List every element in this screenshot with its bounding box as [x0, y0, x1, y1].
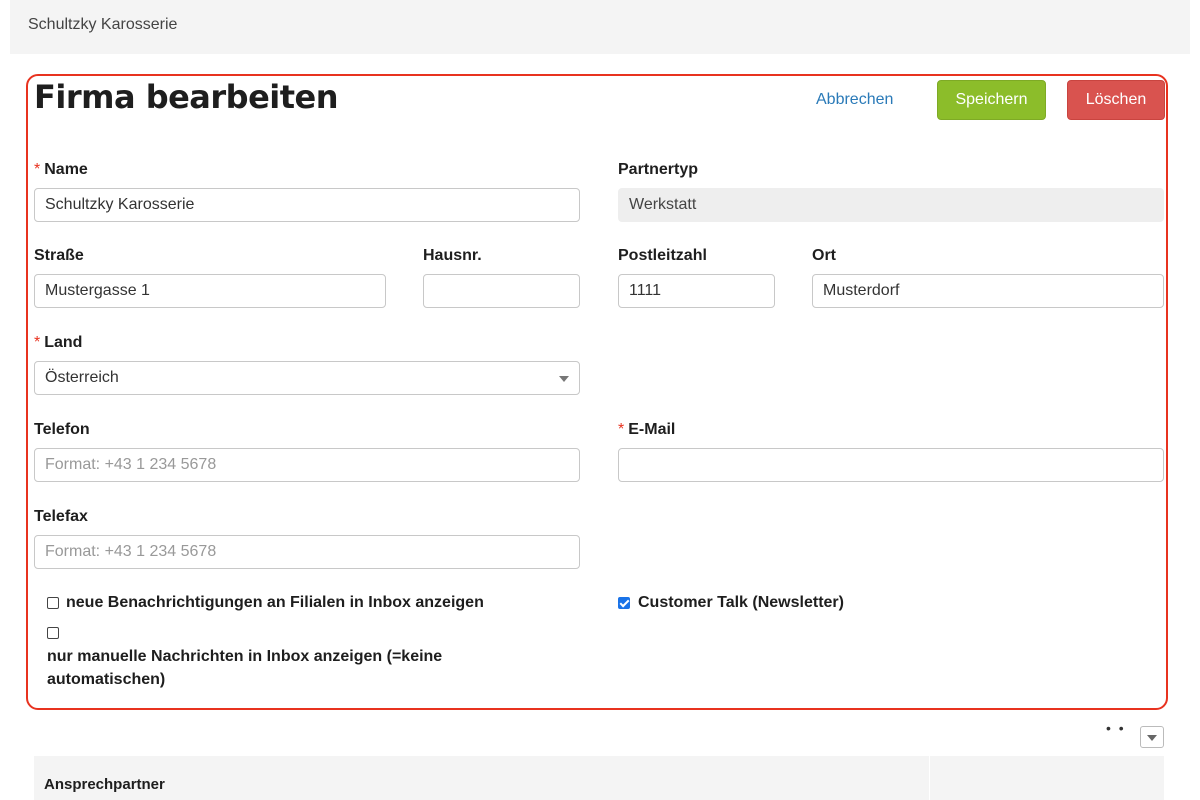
- land-label: * Land: [34, 334, 83, 351]
- ort-label: Ort: [812, 247, 836, 264]
- save-button[interactable]: Speichern: [937, 80, 1046, 120]
- newsletter-checkbox[interactable]: [618, 597, 630, 609]
- more-dots-icon[interactable]: • •: [1106, 720, 1126, 736]
- email-input[interactable]: [618, 448, 1164, 482]
- table-dropdown-button[interactable]: [1140, 726, 1164, 748]
- telefon-label: Telefon: [34, 421, 90, 438]
- email-label: * E-Mail: [618, 421, 676, 438]
- hausnr-input[interactable]: [423, 274, 580, 308]
- strasse-input[interactable]: Mustergasse 1: [34, 274, 386, 308]
- land-select[interactable]: Österreich: [34, 361, 580, 395]
- land-selected-value: Österreich: [45, 369, 119, 386]
- contacts-table-header: Ansprechpartner: [34, 756, 1164, 800]
- column-header-ansprechpartner[interactable]: Ansprechpartner: [44, 776, 165, 793]
- telefax-input[interactable]: Format: +43 1 234 5678: [34, 535, 580, 569]
- top-bar: Schultzky Karosserie: [10, 0, 1190, 54]
- required-marker: *: [34, 161, 41, 178]
- chevron-down-icon: [559, 376, 569, 382]
- name-input[interactable]: Schultzky Karosserie: [34, 188, 580, 222]
- partnertyp-label: Partnertyp: [618, 161, 699, 178]
- column-divider: [929, 756, 930, 800]
- breadcrumb[interactable]: Schultzky Karosserie: [28, 16, 177, 34]
- cancel-button[interactable]: Abbrechen: [816, 91, 893, 109]
- newsletter-label: Customer Talk (Newsletter): [638, 594, 844, 611]
- chevron-down-icon: [1147, 735, 1157, 741]
- telefax-label: Telefax: [34, 508, 88, 525]
- benachrichtigungen-checkbox[interactable]: [47, 597, 59, 609]
- strasse-label: Straße: [34, 247, 84, 264]
- required-marker: *: [618, 421, 625, 438]
- delete-button[interactable]: Löschen: [1067, 80, 1165, 120]
- required-marker: *: [34, 334, 41, 351]
- telefon-input[interactable]: Format: +43 1 234 5678: [34, 448, 580, 482]
- benachrichtigungen-label: neue Benachrichtigungen an Filialen in I…: [66, 594, 484, 611]
- ort-input[interactable]: Musterdorf: [812, 274, 1164, 308]
- name-label: * Name: [34, 161, 88, 178]
- page-title: Firma bearbeiten: [34, 78, 339, 116]
- plz-input[interactable]: 1111: [618, 274, 775, 308]
- hausnr-label: Hausnr.: [423, 247, 482, 264]
- partnertyp-field: Werkstatt: [618, 188, 1164, 222]
- plz-label: Postleitzahl: [618, 247, 707, 264]
- manuelle-label: nur manuelle Nachrichten in Inbox anzeig…: [47, 648, 443, 688]
- manuelle-checkbox[interactable]: [47, 627, 59, 639]
